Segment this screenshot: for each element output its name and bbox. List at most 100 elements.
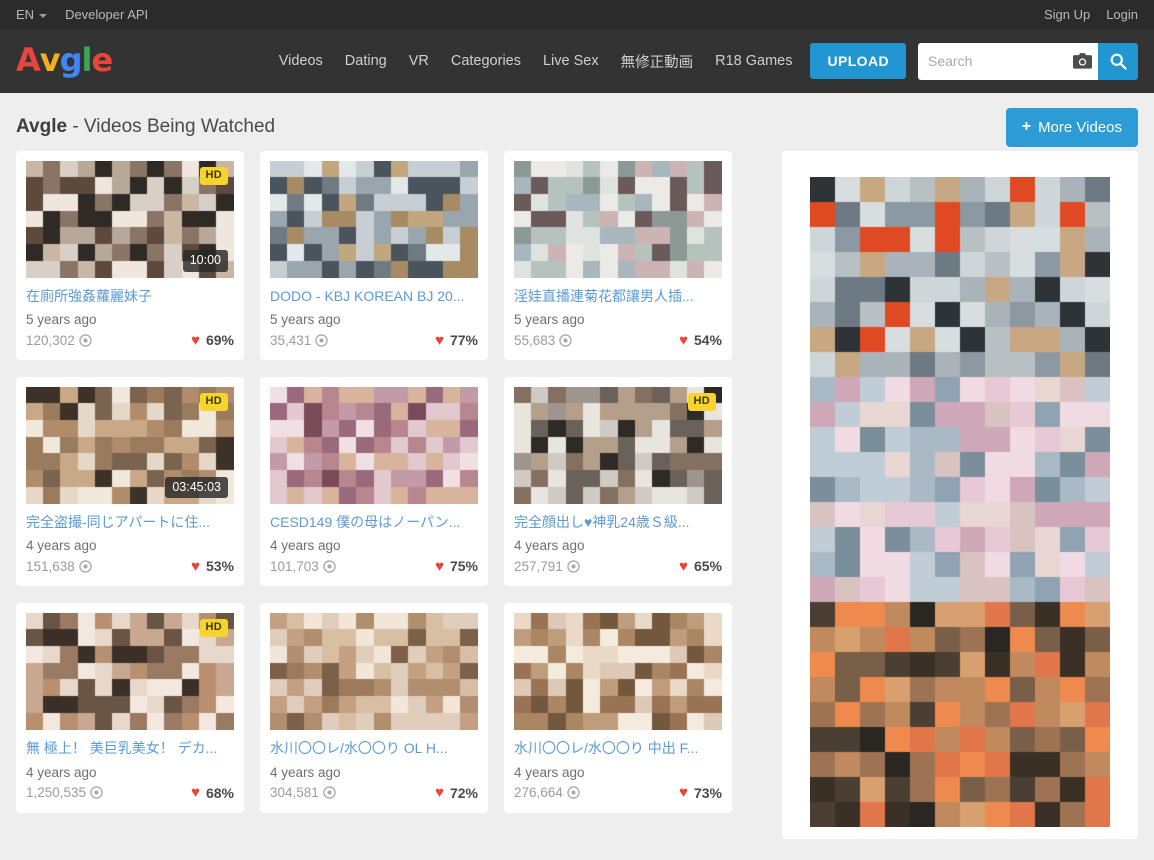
login-link[interactable]: Login [1106, 7, 1138, 22]
site-logo[interactable]: Avgle [16, 40, 114, 79]
like-percentage: ♥ 68% [191, 785, 234, 801]
like-percentage: ♥ 53% [191, 558, 234, 574]
like-percentage-value: 53% [205, 558, 234, 575]
logo-letter-1: v [39, 40, 61, 79]
more-videos-button[interactable]: + More Videos [1005, 107, 1138, 147]
thumbnail-image [270, 613, 478, 731]
page-title: Avgle - Videos Being Watched [16, 116, 275, 138]
video-card[interactable]: 淫娃直播連菊花都讓男人插... 5 years ago 55,683 ♥ 54% [504, 151, 732, 361]
plus-icon: + [1021, 118, 1032, 135]
video-title-link[interactable]: 在廁所強姦蘿麗妹子 [26, 287, 234, 305]
upload-button[interactable]: UPLOAD [810, 43, 906, 79]
video-card[interactable]: 水川〇〇レ/水〇〇り 中出 F... 4 years ago 276,664 ♥ 73% [504, 603, 732, 813]
views-icon [79, 560, 92, 573]
views-icon [567, 560, 580, 573]
nav-item-0[interactable]: Videos [279, 53, 323, 69]
video-card[interactable]: HD 無 極上！ 美巨乳美女！ デカ... 4 years ago 1,250,535… [16, 603, 244, 813]
view-count: 120,302 [26, 333, 92, 348]
hd-badge: HD [687, 393, 716, 411]
video-thumbnail[interactable]: HD [26, 613, 234, 731]
thumbnail-image [514, 161, 722, 278]
video-stats: 120,302 ♥ 69% [26, 332, 234, 348]
view-count: 276,664 [514, 785, 580, 800]
video-title-link[interactable]: 完全顔出し♥神乳24歳Ｓ級... [514, 513, 722, 531]
video-title-link[interactable]: DODO - KBJ KOREAN BJ 20... [270, 287, 478, 305]
video-thumbnail[interactable] [514, 161, 722, 278]
sign-up-link[interactable]: Sign Up [1044, 7, 1090, 22]
content-area: HD 10:00 在廁所強姦蘿麗妹子 5 years ago 120,302 ♥ 69% DO… [0, 151, 1154, 839]
page-title-brand: Avgle [16, 116, 68, 137]
video-card[interactable]: HD 完全顔出し♥神乳24歳Ｓ級... 4 years ago 257,791 ♥ 65% [504, 377, 732, 587]
search-submit-button[interactable] [1098, 42, 1138, 80]
search-input[interactable] [918, 42, 1066, 80]
like-percentage: ♥ 77% [435, 332, 478, 348]
video-thumbnail[interactable]: HD 10:00 [26, 161, 234, 278]
video-age: 5 years ago [26, 312, 97, 328]
like-percentage-value: 77% [449, 332, 478, 349]
view-count-value: 276,664 [514, 785, 563, 801]
video-thumbnail[interactable] [514, 613, 722, 731]
views-icon [90, 786, 103, 799]
video-thumbnail[interactable] [270, 613, 478, 731]
video-age: 4 years ago [514, 764, 585, 780]
video-thumbnail[interactable] [270, 387, 478, 505]
topbar-left-group: EN Developer API [16, 7, 148, 22]
views-icon [323, 786, 336, 799]
like-percentage: ♥ 65% [679, 558, 722, 574]
video-stats: 55,683 ♥ 54% [514, 332, 722, 348]
developer-api-link[interactable]: Developer API [65, 7, 148, 22]
video-title-link[interactable]: 淫娃直播連菊花都讓男人插... [514, 287, 722, 305]
video-title-link[interactable]: 完全盗撮-同じアパートに住... [26, 513, 234, 531]
heart-icon: ♥ [679, 784, 688, 802]
video-title-link[interactable]: CESD149 僕の母はノーパン... [270, 513, 478, 531]
views-icon [567, 786, 580, 799]
like-percentage-value: 65% [693, 558, 722, 575]
nav-item-3[interactable]: Categories [451, 53, 521, 69]
view-count: 151,638 [26, 559, 92, 574]
language-selector[interactable]: EN [16, 7, 48, 22]
heart-icon: ♥ [191, 784, 200, 802]
video-age: 4 years ago [26, 538, 97, 554]
video-thumbnail[interactable]: HD 03:45:03 [26, 387, 234, 505]
nav-item-5[interactable]: 無修正動画 [621, 51, 694, 72]
heart-icon: ♥ [679, 331, 688, 349]
video-card[interactable]: HD 10:00 在廁所強姦蘿麗妹子 5 years ago 120,302 ♥ 69% [16, 151, 244, 361]
main-navbar: Avgle Videos Dating VR Categories Live Sex 無修… [0, 29, 1154, 93]
logo-letter-0: A [16, 40, 41, 79]
view-count-value: 101,703 [270, 558, 319, 574]
nav-item-4[interactable]: Live Sex [543, 53, 599, 69]
hd-badge: HD [199, 393, 228, 411]
video-thumbnail[interactable]: HD [514, 387, 722, 505]
video-grid: HD 10:00 在廁所強姦蘿麗妹子 5 years ago 120,302 ♥ 69% DO… [16, 151, 766, 813]
nav-item-2[interactable]: VR [409, 53, 429, 69]
video-title-link[interactable]: 無 極上！ 美巨乳美女！ デカ... [26, 739, 234, 757]
camera-search-button[interactable] [1066, 42, 1098, 80]
views-icon [559, 333, 573, 347]
heart-icon: ♥ [435, 557, 444, 575]
video-stats: 257,791 ♥ 65% [514, 558, 722, 574]
logo-letter-4: e [91, 40, 114, 79]
duration-badge: 03:45:03 [165, 476, 228, 499]
like-percentage-value: 68% [205, 784, 234, 801]
view-count-value: 120,302 [26, 332, 75, 348]
video-card[interactable]: 水川〇〇レ/水〇〇り OL H... 4 years ago 304,581 ♥ 72% [260, 603, 488, 813]
hd-badge: HD [199, 167, 228, 185]
advertisement-image[interactable] [810, 177, 1110, 827]
video-title-link[interactable]: 水川〇〇レ/水〇〇り OL H... [270, 739, 478, 757]
logo-letter-2: g [59, 40, 83, 79]
nav-item-6[interactable]: R18 Games [715, 53, 792, 69]
like-percentage: ♥ 75% [435, 558, 478, 574]
nav-item-1[interactable]: Dating [345, 53, 387, 69]
video-age: 5 years ago [270, 312, 341, 328]
advertisement-panel[interactable] [782, 151, 1138, 839]
video-card[interactable]: DODO - KBJ KOREAN BJ 20... 5 years ago 35,… [260, 151, 488, 361]
video-title-link[interactable]: 水川〇〇レ/水〇〇り 中出 F... [514, 739, 722, 757]
duration-badge: 10:00 [182, 250, 228, 272]
video-card[interactable]: CESD149 僕の母はノーパン... 4 years ago 101,703 ♥ 75… [260, 377, 488, 587]
video-thumbnail[interactable] [270, 161, 478, 278]
heart-icon: ♥ [679, 557, 688, 575]
top-utility-bar: EN Developer API Sign Up Login [0, 0, 1154, 29]
video-stats: 276,664 ♥ 73% [514, 785, 722, 801]
like-percentage: ♥ 69% [191, 332, 234, 348]
video-card[interactable]: HD 03:45:03 完全盗撮-同じアパートに住... 4 years ago 151… [16, 377, 244, 587]
